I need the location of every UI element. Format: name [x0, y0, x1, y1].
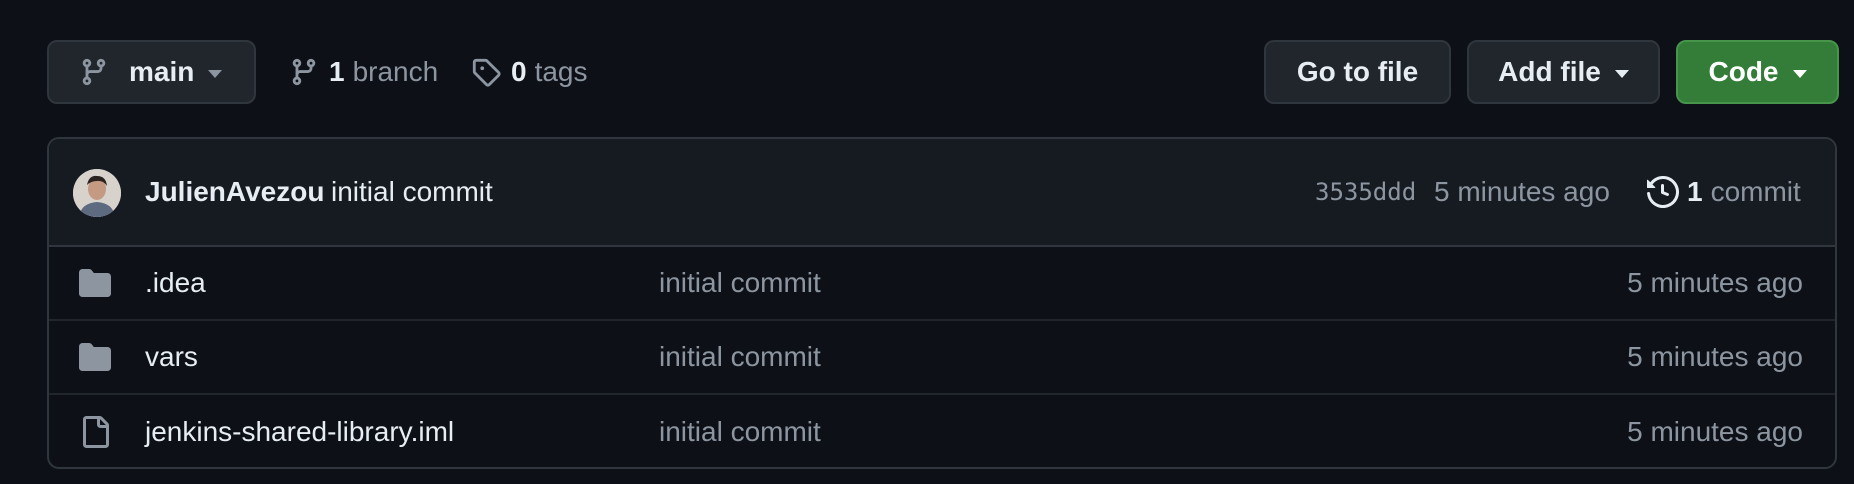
code-button[interactable]: Code — [1676, 40, 1839, 104]
file-commit-message[interactable]: initial commit — [659, 267, 821, 299]
file-icon — [83, 416, 109, 448]
branch-count: 1 — [329, 56, 345, 87]
code-label: Code — [1708, 56, 1779, 87]
commit-sha-link[interactable]: 3535ddd — [1315, 178, 1416, 206]
file-commit-time: 5 minutes ago — [1627, 416, 1803, 447]
latest-commit-bar: JulienAvezou initial commit 3535ddd 5 mi… — [49, 139, 1835, 247]
file-name-link[interactable]: vars — [145, 341, 198, 373]
avatar[interactable] — [73, 169, 121, 217]
chevron-down-icon — [1792, 69, 1807, 78]
file-name-link[interactable]: .idea — [145, 267, 206, 299]
file-commit-time: 5 minutes ago — [1627, 267, 1803, 298]
folder-icon — [79, 269, 111, 297]
branch-label: branch — [352, 56, 439, 87]
commit-author-link[interactable]: JulienAvezou — [145, 176, 324, 208]
table-row[interactable]: .idea initial commit 5 minutes ago — [49, 247, 1835, 321]
file-browser: JulienAvezou initial commit 3535ddd 5 mi… — [47, 137, 1837, 469]
add-file-label: Add file — [1498, 56, 1601, 87]
tag-icon — [472, 58, 501, 87]
avatar-image — [73, 169, 121, 217]
commit-history-link[interactable]: 1 commit — [1647, 176, 1801, 208]
branches-link[interactable]: 1 branch — [289, 40, 438, 104]
tag-label: tags — [534, 56, 588, 87]
commit-count-label: commit — [1710, 176, 1801, 207]
git-branch-icon — [292, 58, 316, 86]
go-to-file-label: Go to file — [1296, 56, 1419, 87]
tags-link[interactable]: 0 tags — [471, 40, 588, 104]
file-commit-message[interactable]: initial commit — [659, 341, 821, 373]
file-commit-time: 5 minutes ago — [1627, 341, 1803, 372]
table-row[interactable]: vars initial commit 5 minutes ago — [49, 321, 1835, 395]
folder-icon — [79, 343, 111, 371]
commit-time: 5 minutes ago — [1434, 176, 1610, 207]
chevron-down-icon — [1614, 69, 1629, 78]
git-branch-icon — [82, 58, 106, 86]
chevron-down-icon — [208, 69, 223, 78]
file-name-link[interactable]: jenkins-shared-library.iml — [145, 416, 454, 448]
commit-message-link[interactable]: initial commit — [331, 176, 493, 208]
go-to-file-button[interactable]: Go to file — [1264, 40, 1451, 104]
file-commit-message[interactable]: initial commit — [659, 416, 821, 448]
history-icon — [1647, 176, 1679, 208]
commit-count: 1 — [1687, 176, 1703, 207]
repo-toolbar: main 1 branch 0 tags Go to file Add file… — [47, 40, 1839, 104]
tag-count: 0 — [511, 56, 527, 87]
branch-name: main — [129, 56, 195, 87]
branch-selector-button[interactable]: main — [47, 40, 256, 104]
add-file-button[interactable]: Add file — [1467, 40, 1660, 104]
table-row[interactable]: jenkins-shared-library.iml initial commi… — [49, 395, 1835, 467]
